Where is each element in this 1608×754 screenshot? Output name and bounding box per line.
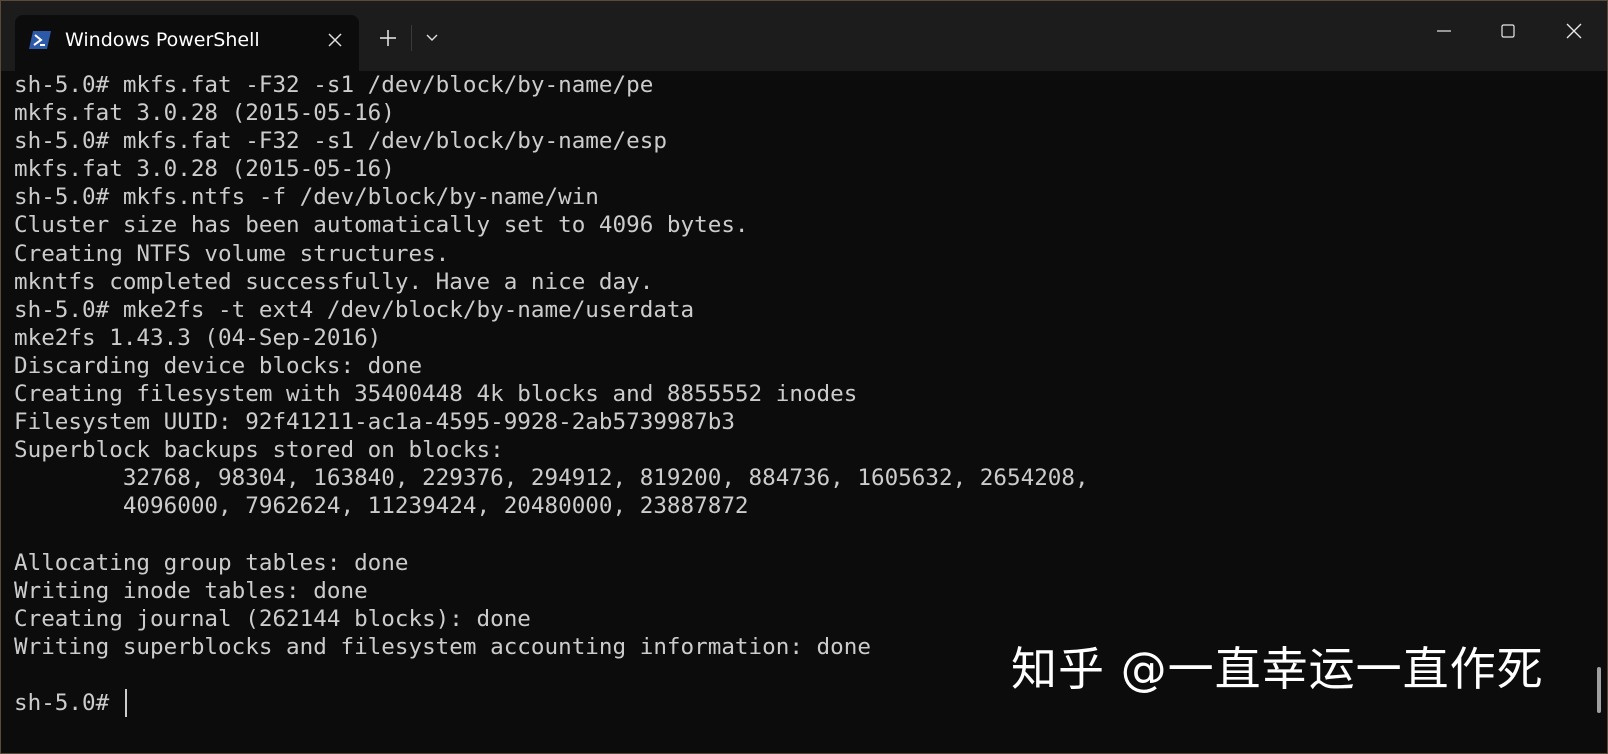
tab-divider	[411, 25, 412, 51]
maximize-icon[interactable]	[1485, 11, 1531, 51]
terminal-line: Superblock backups stored on blocks:	[14, 437, 504, 464]
terminal-line: mkntfs completed successfully. Have a ni…	[14, 268, 654, 295]
prompt-text: sh-5.0#	[14, 690, 123, 717]
terminal-line: sh-5.0# mkfs.ntfs -f /dev/block/by-name/…	[14, 184, 599, 211]
terminal-line: Creating journal (262144 blocks): done	[14, 605, 531, 632]
text-cursor	[124, 689, 127, 718]
scrollbar[interactable]	[1597, 667, 1601, 713]
terminal-line: 4096000, 7962624, 11239424, 20480000, 23…	[14, 493, 749, 520]
terminal-line: sh-5.0# mkfs.fat -F32 -s1 /dev/block/by-…	[14, 72, 654, 98]
terminal-line: sh-5.0# mke2fs -t ext4 /dev/block/by-nam…	[14, 296, 695, 323]
minimize-icon[interactable]	[1421, 11, 1467, 51]
terminal-window: Windows PowerShell sh-5.0# mkfs.fat -F32…	[0, 0, 1608, 754]
terminal-line: Filesystem UUID: 92f41211-ac1a-4595-9928…	[14, 409, 735, 436]
terminal-line: mkfs.fat 3.0.28 (2015-05-16)	[14, 156, 395, 183]
plus-icon[interactable]	[373, 23, 403, 53]
close-icon[interactable]	[322, 27, 348, 53]
terminal-line: Writing inode tables: done	[14, 577, 368, 604]
terminal-line: Discarding device blocks: done	[14, 352, 423, 379]
title-bar: Windows PowerShell	[1, 1, 1607, 71]
terminal-line: sh-5.0# mkfs.fat -F32 -s1 /dev/block/by-…	[14, 128, 667, 155]
chevron-down-icon[interactable]	[419, 25, 445, 51]
watermark: 知乎 @一直幸运一直作死	[1011, 642, 1544, 696]
terminal-line: Allocating group tables: done	[14, 549, 409, 576]
terminal-line: 32768, 98304, 163840, 229376, 294912, 81…	[14, 465, 1089, 492]
powershell-icon	[29, 31, 51, 49]
close-icon[interactable]	[1551, 11, 1597, 51]
terminal-line: Creating NTFS volume structures.	[14, 240, 450, 267]
terminal-line: Creating filesystem with 35400448 4k blo…	[14, 381, 858, 408]
terminal-line: mke2fs 1.43.3 (04-Sep-2016)	[14, 324, 382, 351]
tab-windows-powershell[interactable]: Windows PowerShell	[15, 15, 359, 71]
terminal-line: Cluster size has been automatically set …	[14, 212, 749, 239]
terminal-line: mkfs.fat 3.0.28 (2015-05-16)	[14, 100, 395, 127]
tab-title: Windows PowerShell	[65, 29, 260, 51]
